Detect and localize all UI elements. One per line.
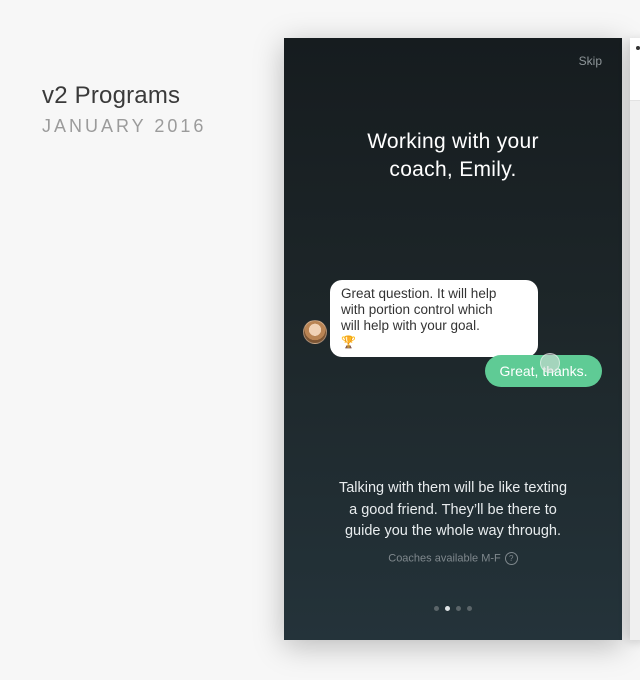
headline-line: coach, Emily.: [389, 158, 517, 181]
project-title: v2 Programs: [42, 82, 181, 109]
touch-indicator: [540, 353, 560, 373]
coach-message-bubble: Great question. It will help with portio…: [330, 280, 538, 357]
onboarding-headline: Working with your coach, Emily.: [284, 128, 622, 184]
trophy-icon: 🏆: [341, 335, 356, 349]
artboard: v2 Programs JANUARY 2016 Skip Working wi…: [0, 0, 640, 680]
coach-message-line: with portion control which: [341, 302, 493, 317]
page-dot[interactable]: [456, 606, 461, 611]
coach-avatar: [303, 320, 327, 344]
next-screen-top-bar: [630, 38, 640, 101]
page-dot[interactable]: [434, 606, 439, 611]
headline-line: Working with your: [367, 130, 539, 153]
page-dot-active[interactable]: [445, 606, 450, 611]
coach-message-line: Great question. It will help: [341, 286, 497, 301]
skip-button[interactable]: Skip: [579, 54, 602, 68]
onboarding-description: Talking with them will be like texting a…: [284, 478, 622, 543]
next-screen-preview: [630, 38, 640, 640]
description-line: a good friend. They’ll be there to: [349, 501, 557, 518]
coach-message-line: will help with your goal. 🏆: [341, 318, 527, 350]
status-dot: [636, 46, 640, 50]
help-circle-icon[interactable]: ?: [504, 552, 518, 565]
availability-text: Coaches available M-F: [388, 552, 501, 565]
page-indicator: [284, 606, 622, 611]
description-line: guide you the whole way through.: [344, 523, 562, 539]
availability-note: Coaches available M-F?: [284, 552, 622, 565]
page-dot[interactable]: [467, 606, 472, 611]
project-date: JANUARY 2016: [42, 116, 207, 136]
description-line: Talking with them will be like texting: [338, 480, 568, 496]
onboarding-screen: Skip Working with your coach, Emily. Gre…: [284, 38, 622, 640]
